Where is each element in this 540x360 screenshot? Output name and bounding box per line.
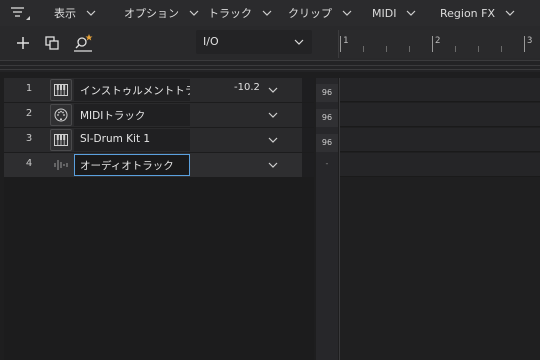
chevron-down-icon	[505, 10, 515, 16]
ruler-bar-1: 1	[343, 36, 349, 46]
ruler-bar-line	[340, 36, 341, 52]
track-row[interactable]: 3 SI-Drum Kit 1	[4, 128, 314, 152]
menu-options-label: オプション	[124, 7, 179, 20]
arrange-track-lane[interactable]	[340, 153, 540, 177]
ruler-tick	[455, 46, 456, 52]
chevron-down-icon	[86, 10, 96, 16]
menu-region-fx-label: Region FX	[440, 6, 496, 20]
track-mix-value[interactable]: 96	[316, 109, 338, 127]
hamburger-menu-icon	[11, 7, 30, 20]
audio-waveform-icon	[54, 160, 68, 170]
track-type-button[interactable]	[50, 129, 72, 151]
io-dropdown[interactable]: I/O	[196, 30, 312, 54]
duplicate-track-button[interactable]	[39, 30, 65, 56]
piano-keys-icon	[54, 84, 68, 96]
track-number: 2	[25, 108, 33, 119]
track-meter	[302, 153, 314, 177]
track-name-field[interactable]: インストゥルメントトラック	[74, 79, 190, 101]
track-row[interactable]: 4 オーディオトラック	[4, 153, 314, 177]
add-track-button[interactable]	[10, 30, 36, 56]
ruler-bar-line	[524, 36, 525, 52]
track-number: 1	[25, 83, 33, 94]
track-row[interactable]: 2 MIDIトラック	[4, 103, 314, 127]
ruler-bar-3: 3	[527, 36, 533, 46]
chevron-down-icon	[294, 39, 304, 45]
menu-midi-label: MIDI	[372, 6, 397, 20]
track-row[interactable]: 1 インストゥルメントトラック -10.2	[4, 78, 314, 102]
midi-connector-icon	[54, 108, 68, 122]
track-name-field[interactable]: MIDIトラック	[74, 104, 190, 126]
header-separator	[0, 60, 540, 72]
track-meter	[302, 128, 314, 152]
chevron-down-icon	[342, 10, 352, 16]
ruler-bar-line	[432, 36, 433, 52]
ruler-tick	[501, 46, 502, 52]
plus-icon	[17, 37, 29, 49]
track-number: 4	[25, 158, 33, 169]
menu-clip-label: クリップ	[288, 7, 332, 20]
track-number: 3	[25, 133, 33, 144]
track-name-field[interactable]: SI-Drum Kit 1	[74, 129, 190, 151]
piano-keys-icon	[54, 134, 68, 146]
ruler-tick	[409, 46, 410, 52]
chevron-down-icon[interactable]	[268, 110, 278, 120]
arrange-track-lane[interactable]	[340, 103, 540, 127]
track-type-button[interactable]	[50, 104, 72, 126]
menu-view-label: 表示	[54, 7, 76, 20]
track-template-button[interactable]	[70, 30, 96, 56]
track-meter	[302, 78, 314, 102]
track-mix-value[interactable]: 96	[316, 134, 338, 152]
timeline-ruler[interactable]: 1 2 3	[338, 30, 540, 58]
mixer-column: 96 96 96 -	[316, 78, 338, 360]
ruler-bar-2: 2	[435, 36, 441, 46]
menu-midi[interactable]: MIDI	[372, 0, 416, 26]
chevron-down-icon[interactable]	[268, 135, 278, 145]
track-volume[interactable]: -10.2	[234, 82, 260, 93]
io-dropdown-label: I/O	[203, 35, 219, 48]
arrange-track-lane[interactable]	[340, 78, 540, 102]
chevron-down-icon[interactable]	[268, 160, 278, 170]
track-name-input[interactable]: オーディオトラック	[74, 154, 190, 176]
ruler-tick	[386, 46, 387, 52]
chevron-down-icon	[407, 10, 416, 16]
duplicate-icon	[45, 36, 59, 50]
chevron-down-icon	[189, 10, 199, 16]
hamburger-menu-button[interactable]	[4, 3, 32, 23]
chevron-down-icon	[262, 10, 272, 16]
menu-bar: 表示 オプション トラック クリップ MIDI Region FX	[0, 0, 540, 26]
arrange-track-lane[interactable]	[340, 128, 540, 152]
track-meter	[302, 103, 314, 127]
menu-track[interactable]: トラック	[208, 0, 272, 26]
menu-clip[interactable]: クリップ	[288, 0, 352, 26]
menu-options[interactable]: オプション	[124, 0, 199, 26]
menu-view[interactable]: 表示	[54, 0, 96, 26]
track-type-button[interactable]	[50, 79, 72, 101]
track-search-star-icon	[74, 34, 93, 52]
chevron-down-icon[interactable]	[268, 85, 278, 95]
track-type-button[interactable]	[50, 154, 72, 176]
menu-track-label: トラック	[208, 7, 252, 20]
track-mix-value[interactable]: -	[316, 159, 338, 168]
divider	[0, 65, 540, 66]
track-mix-value[interactable]: 96	[316, 84, 338, 102]
ruler-tick	[478, 46, 479, 52]
divider	[0, 69, 540, 70]
menu-region-fx[interactable]: Region FX	[440, 0, 515, 26]
ruler-tick	[363, 46, 364, 52]
track-list: 1 インストゥルメントトラック -10.2 2	[4, 78, 314, 360]
arrange-area[interactable]	[339, 78, 540, 360]
